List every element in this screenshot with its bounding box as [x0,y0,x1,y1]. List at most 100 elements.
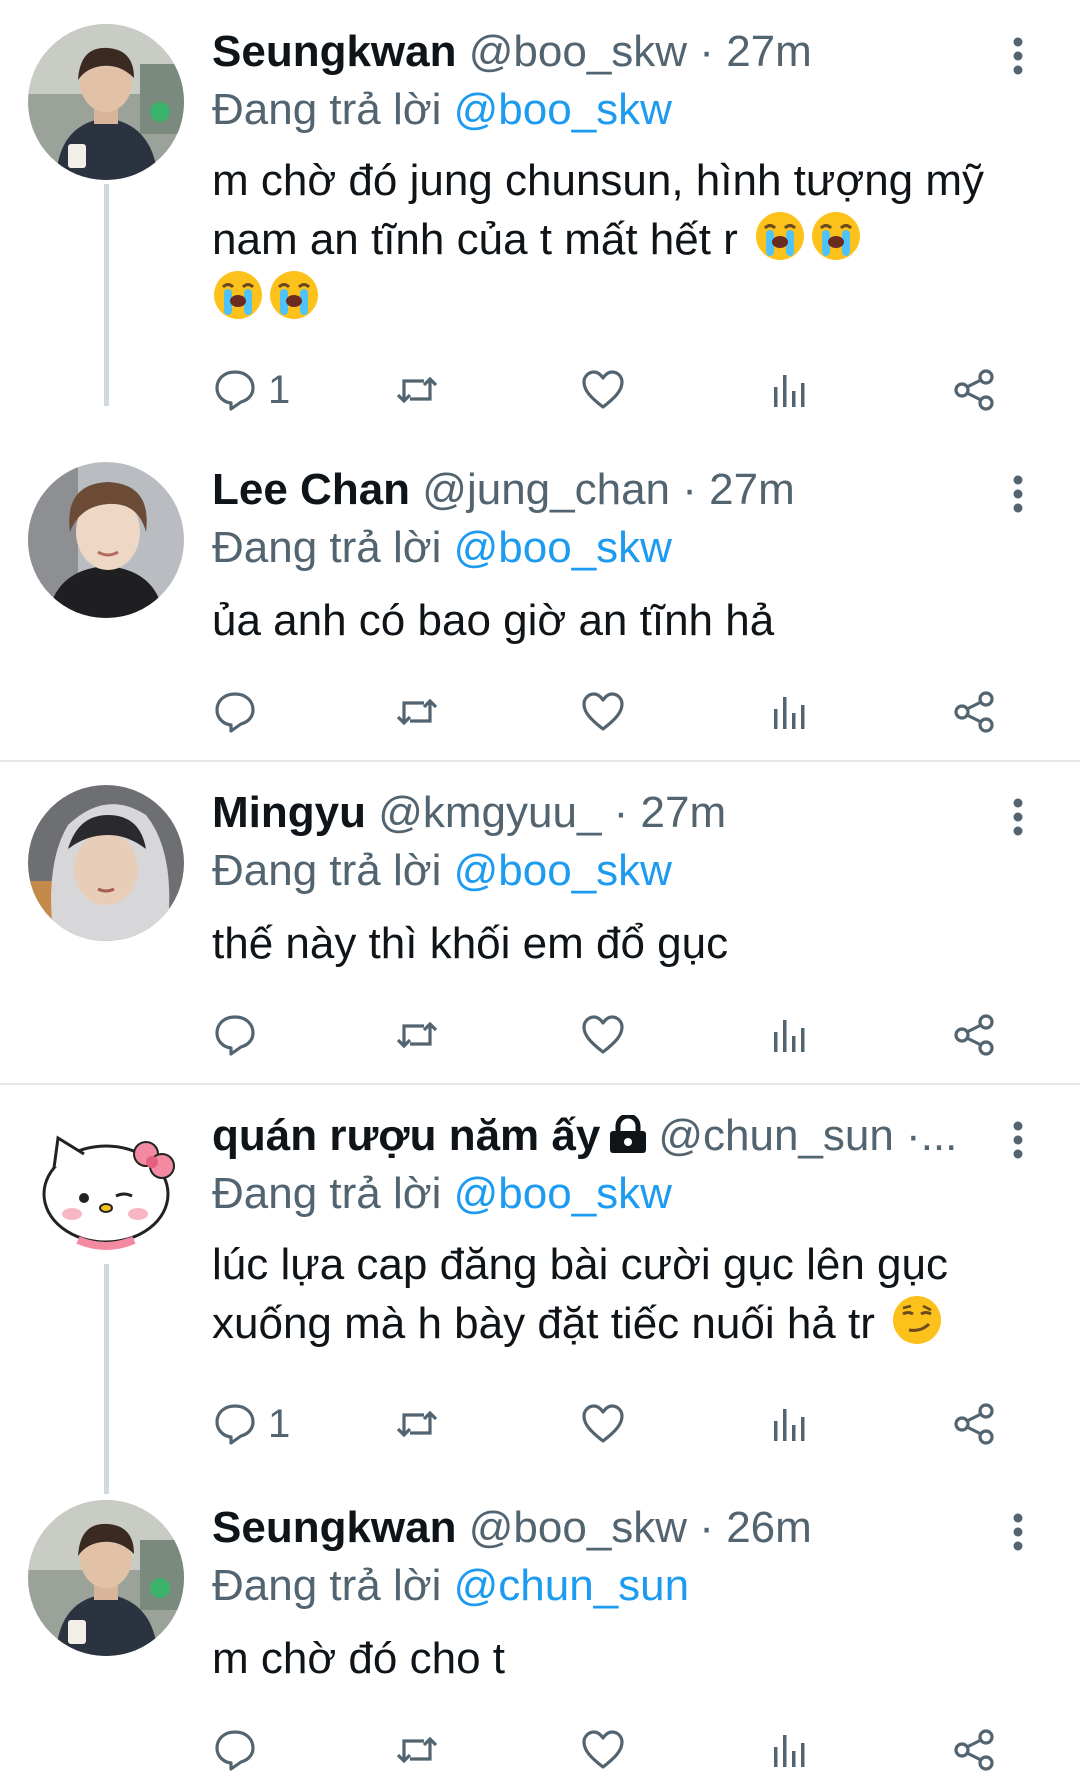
like-button[interactable] [580,362,626,418]
username[interactable]: @kmgyuu_ [378,788,601,837]
tweet-actions [212,1007,1032,1063]
reply-count: 1 [268,367,291,412]
avatar[interactable] [28,462,184,618]
loudly-crying-face-icon [214,271,262,319]
avatar[interactable] [28,1108,184,1264]
share-button[interactable] [952,1007,998,1063]
display-name[interactable]: Lee Chan [212,465,410,514]
tweet-header: Mingyu @kmgyuu_ · 27m [212,785,992,841]
share-icon [954,1729,994,1771]
tweet-header: Seungkwan @boo_skw · 27m [212,24,992,80]
views-icon [774,1409,805,1441]
replying-to: Đang trả lời @boo_skw [212,520,672,576]
reply-button[interactable]: 1 [212,1396,290,1452]
views-button[interactable] [766,1722,812,1778]
tweet-text: thế này thì khối em đổ gục [212,915,1012,973]
more-icon[interactable] [1000,472,1036,516]
views-icon [774,1735,805,1767]
mention-link[interactable]: @chun_sun [454,1561,690,1610]
retweet-icon [396,1736,438,1764]
username[interactable]: @jung_chan [422,465,670,514]
share-button[interactable] [952,1722,998,1778]
like-button[interactable] [580,1007,626,1063]
lock-icon [610,1115,647,1154]
display-name[interactable]: Seungkwan [212,1503,457,1552]
like-icon [582,370,624,409]
display-name[interactable]: Mingyu [212,788,366,837]
mention-link[interactable]: @boo_skw [454,523,672,572]
tweet[interactable]: Seungkwan @boo_skw · 27m Đang trả lời @b… [0,24,1080,412]
tweet-actions: 1 [212,362,1032,418]
separator: · [682,465,697,514]
replying-to-label: Đang trả lời [212,846,442,895]
separator: · [699,1503,714,1552]
tweet[interactable]: Lee Chan @jung_chan · 27m Đang trả lời @… [0,462,1080,752]
tweet-text: m chờ đó cho t [212,1630,1012,1688]
tweet-header: Seungkwan @boo_skw · 26m [212,1500,992,1556]
reply-icon [215,370,255,411]
username[interactable]: @chun_sun ·... [658,1111,957,1160]
tweet-actions [212,1722,1032,1778]
more-icon[interactable] [1000,1510,1036,1554]
username[interactable]: @boo_skw [469,1503,687,1552]
like-icon [582,1404,624,1443]
mention-link[interactable]: @boo_skw [454,1169,672,1218]
avatar[interactable] [28,1500,184,1656]
more-icon[interactable] [1000,795,1036,839]
tweet-header: quán rượu năm ấy @chun_sun ·... [212,1108,992,1164]
retweet-icon [396,1021,438,1049]
like-button[interactable] [580,684,626,740]
retweet-icon [396,376,438,404]
share-icon [954,1403,994,1445]
loudly-crying-face-icon [270,271,318,319]
retweet-button[interactable] [394,684,440,740]
share-button[interactable] [952,684,998,740]
timestamp[interactable]: 27m [641,788,727,837]
timestamp[interactable]: 26m [726,1503,812,1552]
replying-to-label: Đang trả lời [212,1561,442,1610]
reply-button[interactable] [212,684,258,740]
tweet-actions: 1 [212,1396,1032,1452]
reply-button[interactable] [212,1722,258,1778]
tweet[interactable]: quán rượu năm ấy @chun_sun ·... Đang trả … [0,1108,1080,1448]
timestamp[interactable]: 27m [709,465,795,514]
replying-to-label: Đang trả lời [212,523,442,572]
reply-button[interactable]: 1 [212,362,290,418]
reply-icon [215,1404,255,1445]
tweet[interactable]: Mingyu @kmgyuu_ · 27m Đang trả lời @boo_… [0,785,1080,1075]
reply-icon [215,1730,255,1771]
display-name[interactable]: Seungkwan [212,27,457,76]
timestamp[interactable]: 27m [726,27,812,76]
views-button[interactable] [766,362,812,418]
mention-link[interactable]: @boo_skw [454,846,672,895]
retweet-button[interactable] [394,1396,440,1452]
views-button[interactable] [766,684,812,740]
loudly-crying-face-icon [812,212,861,260]
retweet-button[interactable] [394,1722,440,1778]
share-button[interactable] [952,362,998,418]
retweet-button[interactable] [394,362,440,418]
avatar[interactable] [28,785,184,941]
username[interactable]: @boo_skw [469,27,687,76]
like-icon [582,692,624,731]
views-button[interactable] [766,1007,812,1063]
retweet-button[interactable] [394,1007,440,1063]
avatar[interactable] [28,24,184,180]
tweet-text-content: m chờ đó cho t [212,1634,505,1683]
tweet[interactable]: Seungkwan @boo_skw · 26m Đang trả lời @c… [0,1500,1080,1785]
replying-to: Đang trả lời @boo_skw [212,82,672,138]
like-icon [582,1015,624,1054]
like-button[interactable] [580,1722,626,1778]
tweet-text-content: m chờ đó jung chunsun, hình tượng mỹ nam… [212,156,985,264]
share-button[interactable] [952,1396,998,1452]
replying-to-label: Đang trả lời [212,1169,442,1218]
more-icon[interactable] [1000,1118,1036,1162]
display-name[interactable]: quán rượu năm ấy [212,1111,600,1160]
views-button[interactable] [766,1396,812,1452]
separator: · [699,27,714,76]
reply-button[interactable] [212,1007,258,1063]
mention-link[interactable]: @boo_skw [454,85,672,134]
more-icon[interactable] [1000,34,1036,78]
retweet-icon [396,698,438,726]
like-button[interactable] [580,1396,626,1452]
